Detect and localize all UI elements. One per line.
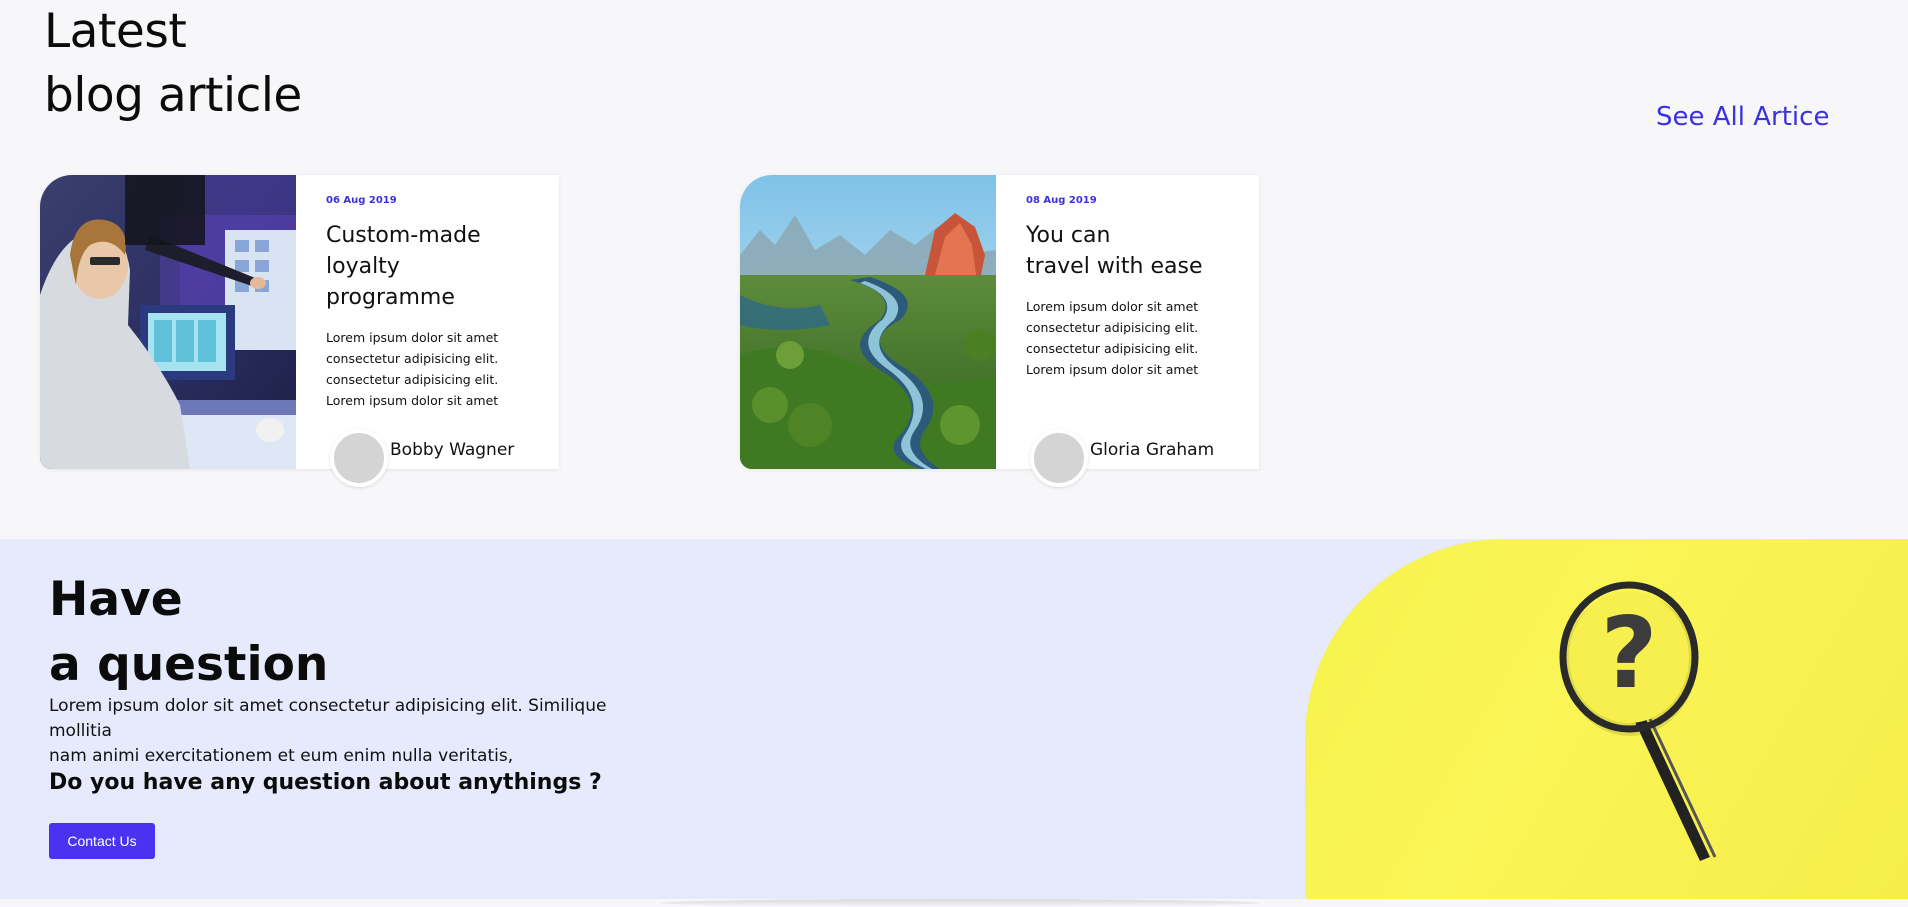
author-name: Bobby Wagner [390,440,515,460]
blog-card-heading[interactable]: You can travel with ease [1026,220,1229,282]
blog-card-heading-line1: Custom-made [326,223,481,248]
blog-card[interactable]: 08 Aug 2019 You can travel with ease Lor… [740,175,1259,487]
excerpt-line: consectetur adipisicing elit. [326,351,499,366]
excerpt-line: consectetur adipisicing elit. [1026,341,1199,356]
blog-card-body: 08 Aug 2019 You can travel with ease Lor… [996,175,1259,487]
blog-card-heading[interactable]: Custom-made loyalty programme [326,220,529,313]
excerpt-line: Lorem ipsum dolor sit amet [1026,362,1199,377]
blog-card-body: 06 Aug 2019 Custom-made loyalty programm… [296,175,559,487]
magnifying-glass-image: ? [1305,539,1908,899]
blog-section: Latest blog article See All Artice 06 Au… [0,0,1908,539]
blog-card-heading-line1: You can [1026,223,1111,248]
blog-card[interactable]: 06 Aug 2019 Custom-made loyalty programm… [40,175,559,487]
blog-card-author: Bobby Wagner [330,429,514,487]
question-description-line: nam animi exercitationem et eum enim nul… [49,746,514,766]
see-all-articles-link[interactable]: See All Artice [1656,102,1829,132]
question-section: Have a question Lorem ipsum dolor sit am… [0,539,1908,899]
contact-us-button[interactable]: Contact Us [49,823,155,859]
excerpt-line: consectetur adipisicing elit. [1026,320,1199,335]
blog-card-author: Gloria Graham [1030,429,1214,487]
avatar [330,429,388,487]
excerpt-line: Lorem ipsum dolor sit amet [326,393,499,408]
excerpt-line: Lorem ipsum dolor sit amet [1026,299,1199,314]
river-landscape-image [740,175,996,469]
excerpt-line: consectetur adipisicing elit. [326,372,499,387]
bottom-shadow [660,899,1260,907]
blog-title-line1: Latest [44,4,187,59]
question-title-line1: Have [49,572,183,627]
author-name: Gloria Graham [1090,440,1215,460]
question-title: Have a question [49,567,328,697]
blog-card-heading-line2: loyalty programme [326,254,455,310]
blog-card-excerpt: Lorem ipsum dolor sit amet consectetur a… [1026,296,1229,380]
avatar [1030,429,1088,487]
blog-card-image[interactable] [40,175,296,469]
blog-card-heading-line2: travel with ease [1026,254,1203,279]
question-description-line: Lorem ipsum dolor sit amet consectetur a… [49,696,607,741]
blog-card-date: 06 Aug 2019 [326,195,397,206]
excerpt-line: Lorem ipsum dolor sit amet [326,330,499,345]
person-at-computer-image [40,175,296,469]
blog-title-line2: blog article [44,68,302,123]
blog-card-excerpt: Lorem ipsum dolor sit amet consectetur a… [326,327,529,411]
blog-card-date: 08 Aug 2019 [1026,195,1097,206]
svg-text:?: ? [1601,597,1658,711]
question-title-line2: a question [49,637,329,692]
question-subheading: Do you have any question about anythings… [49,770,602,795]
question-description: Lorem ipsum dolor sit amet consectetur a… [49,694,669,769]
magnifying-glass-question-icon: ? [1559,581,1717,861]
blog-title: Latest blog article [44,0,302,128]
blog-card-image[interactable] [740,175,996,469]
